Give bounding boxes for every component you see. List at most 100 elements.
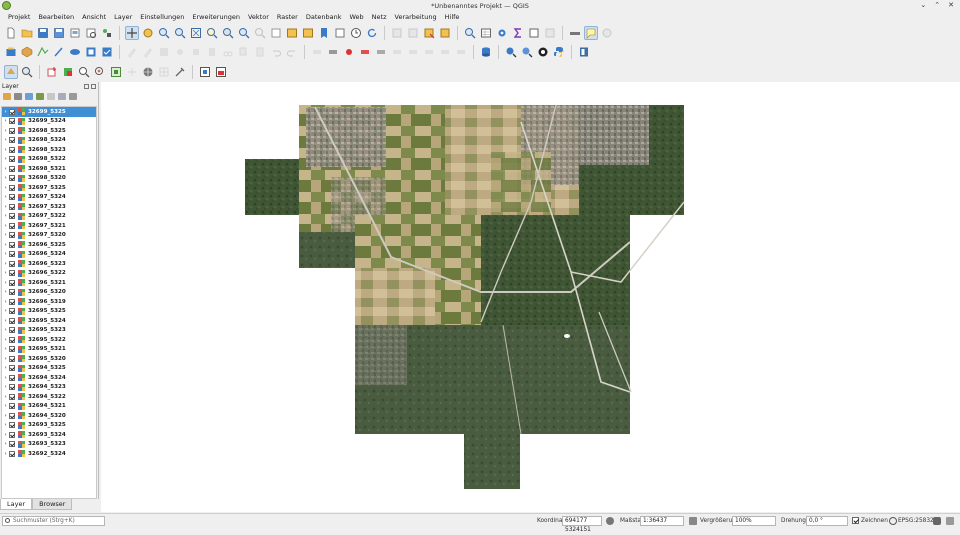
map-frame-icon[interactable] bbox=[198, 65, 212, 79]
expand-arrow-icon[interactable]: › bbox=[2, 175, 9, 181]
zoom-out-icon[interactable] bbox=[173, 26, 187, 40]
new-project-icon[interactable] bbox=[4, 26, 18, 40]
attribute-table-icon[interactable] bbox=[479, 26, 493, 40]
layer-row[interactable]: › 32697_5324 bbox=[2, 193, 96, 203]
layer-visibility-checkbox[interactable] bbox=[9, 431, 15, 438]
measure-line-icon[interactable] bbox=[568, 26, 582, 40]
layer-styling-icon[interactable] bbox=[4, 65, 18, 79]
remove-layer-icon[interactable] bbox=[125, 65, 139, 79]
layer-visibility-checkbox[interactable] bbox=[9, 213, 15, 220]
messages-icon[interactable] bbox=[933, 517, 941, 525]
menu-erweiterungen[interactable]: Erweiterungen bbox=[188, 11, 244, 23]
database-icon[interactable] bbox=[479, 45, 493, 59]
add-raster-icon[interactable] bbox=[52, 45, 66, 59]
label-pin-icon[interactable] bbox=[358, 45, 372, 59]
menu-einstellungen[interactable]: Einstellungen bbox=[136, 11, 188, 23]
tools-icon[interactable] bbox=[173, 65, 187, 79]
layer-row[interactable]: › 32699_5324 bbox=[2, 117, 96, 127]
statistics-sigma-icon[interactable] bbox=[511, 26, 525, 40]
label-move-icon[interactable] bbox=[390, 45, 404, 59]
data-source-manager-icon[interactable] bbox=[4, 45, 18, 59]
layer-row[interactable]: › 32696_5320 bbox=[2, 288, 96, 298]
filter-expression-icon[interactable] bbox=[47, 93, 55, 100]
layer-row[interactable]: › 32694_5320 bbox=[2, 411, 96, 421]
toggle-layers-icon[interactable] bbox=[61, 65, 75, 79]
expand-arrow-icon[interactable]: › bbox=[2, 147, 9, 153]
show-bookmarks-icon[interactable] bbox=[333, 26, 347, 40]
zoom-layer-icon[interactable] bbox=[221, 26, 235, 40]
layer-visibility-checkbox[interactable] bbox=[9, 251, 15, 258]
new-geopackage-icon[interactable] bbox=[20, 45, 34, 59]
float-panel-icon[interactable] bbox=[84, 84, 89, 89]
expand-arrow-icon[interactable]: › bbox=[2, 451, 9, 457]
expand-arrow-icon[interactable]: › bbox=[2, 318, 9, 324]
deselect-icon[interactable] bbox=[422, 26, 436, 40]
redo-icon[interactable] bbox=[285, 45, 299, 59]
layer-row[interactable]: › 32697_5325 bbox=[2, 183, 96, 193]
layer-visibility-checkbox[interactable] bbox=[9, 203, 15, 210]
layer-visibility-checkbox[interactable] bbox=[9, 422, 15, 429]
georeferencer-icon[interactable] bbox=[141, 65, 155, 79]
select-features-icon[interactable] bbox=[406, 26, 420, 40]
crs-label[interactable]: EPSG:25832 bbox=[898, 518, 934, 524]
zoom-full-icon[interactable] bbox=[189, 26, 203, 40]
open-project-icon[interactable] bbox=[20, 26, 34, 40]
layer-row[interactable]: › 32697_5320 bbox=[2, 231, 96, 241]
layer-row[interactable]: › 32694_5323 bbox=[2, 383, 96, 393]
menu-ansicht[interactable]: Ansicht bbox=[78, 11, 110, 23]
layer-row[interactable]: › 32698_5321 bbox=[2, 164, 96, 174]
layer-visibility-checkbox[interactable] bbox=[9, 127, 15, 134]
layer-visibility-checkbox[interactable] bbox=[9, 393, 15, 400]
save-project-icon[interactable] bbox=[36, 26, 50, 40]
map-extent-icon[interactable] bbox=[214, 65, 228, 79]
diagram-icon[interactable] bbox=[438, 45, 452, 59]
layer-visibility-checkbox[interactable] bbox=[9, 165, 15, 172]
coordinate-field[interactable]: 694177 5324151 bbox=[562, 516, 602, 533]
expand-arrow-icon[interactable]: › bbox=[2, 441, 9, 447]
expand-arrow-icon[interactable]: › bbox=[2, 384, 9, 390]
layer-row[interactable]: › 32696_5319 bbox=[2, 297, 96, 307]
layer-visibility-checkbox[interactable] bbox=[9, 289, 15, 296]
paste-features-icon[interactable] bbox=[253, 45, 267, 59]
expand-arrow-icon[interactable]: › bbox=[2, 270, 9, 276]
save-as-icon[interactable] bbox=[52, 26, 66, 40]
temporal-controller-icon[interactable] bbox=[349, 26, 363, 40]
expand-arrow-icon[interactable]: › bbox=[2, 394, 9, 400]
expand-arrow-icon[interactable]: › bbox=[2, 375, 9, 381]
layer-row[interactable]: › 32696_5325 bbox=[2, 240, 96, 250]
identify-features-icon[interactable] bbox=[463, 26, 477, 40]
layer-row[interactable]: › 32692_5324 bbox=[2, 449, 96, 459]
notifications-icon[interactable] bbox=[946, 517, 954, 525]
label-rotate-icon[interactable] bbox=[406, 45, 420, 59]
layer-visibility-checkbox[interactable] bbox=[9, 327, 15, 334]
metasearch-icon[interactable] bbox=[504, 45, 518, 59]
plugin-manager-icon[interactable] bbox=[536, 45, 550, 59]
layer-search-icon[interactable] bbox=[20, 65, 34, 79]
add-vector-icon[interactable] bbox=[36, 45, 50, 59]
expand-arrow-icon[interactable]: › bbox=[2, 137, 9, 143]
layer-row[interactable]: › 32698_5324 bbox=[2, 136, 96, 146]
layer-visibility-checkbox[interactable] bbox=[9, 346, 15, 353]
layer-visibility-checkbox[interactable] bbox=[9, 241, 15, 248]
zoom-selection-icon[interactable] bbox=[205, 26, 219, 40]
layer-row[interactable]: › 32693_5323 bbox=[2, 440, 96, 450]
manage-visibility-icon[interactable] bbox=[25, 93, 33, 100]
add-group-small-icon[interactable] bbox=[14, 93, 22, 100]
expand-arrow-icon[interactable]: › bbox=[2, 356, 9, 362]
web-search-icon[interactable] bbox=[520, 45, 534, 59]
python-console-icon[interactable] bbox=[552, 45, 566, 59]
layer-row[interactable]: › 32695_5322 bbox=[2, 335, 96, 345]
layer-row[interactable]: › 32695_5325 bbox=[2, 307, 96, 317]
close-panel-icon[interactable] bbox=[91, 84, 96, 89]
layer-row[interactable]: › 32698_5322 bbox=[2, 155, 96, 165]
bookmark-icon[interactable] bbox=[317, 26, 331, 40]
select-all-icon[interactable] bbox=[438, 26, 452, 40]
expand-arrow-icon[interactable]: › bbox=[2, 118, 9, 124]
expand-arrow-icon[interactable]: › bbox=[2, 432, 9, 438]
expand-arrow-icon[interactable]: › bbox=[2, 327, 9, 333]
field-calculator-icon[interactable] bbox=[527, 26, 541, 40]
collapse-all-icon[interactable] bbox=[109, 65, 123, 79]
refresh-icon[interactable] bbox=[365, 26, 379, 40]
label-toolbar-icon[interactable] bbox=[310, 45, 324, 59]
add-wms-icon[interactable] bbox=[84, 45, 98, 59]
